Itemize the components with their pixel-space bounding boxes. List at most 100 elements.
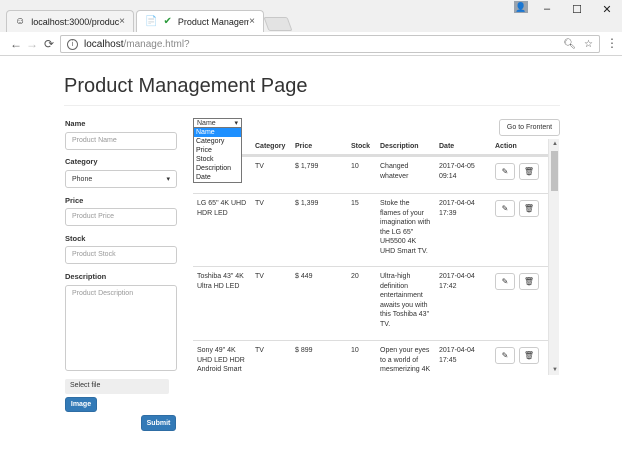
address-bar[interactable]: i localhost /manage.html? 🔍︎ ☆ (60, 35, 600, 53)
header-date: Date (439, 143, 455, 150)
scroll-thumb[interactable] (551, 151, 558, 191)
delete-trash-icon[interactable]: 🗑 (519, 273, 539, 290)
edit-pencil-icon[interactable]: ✎ (495, 347, 515, 364)
cell-price: $ 1,399 (295, 200, 319, 207)
cell-category: TV (255, 163, 264, 170)
header-price: Price (295, 143, 313, 150)
close-window-button[interactable]: ✕ (592, 0, 622, 18)
price-label: Price (65, 196, 84, 205)
cell-stock: 20 (351, 273, 359, 280)
cell-category: TV (255, 273, 264, 280)
info-icon[interactable]: i (67, 38, 78, 50)
tab-products[interactable]: ☺ localhost:3000/products × (6, 10, 134, 32)
scroll-up-arrow-icon[interactable]: ▲ (552, 141, 558, 147)
description-label: Description (65, 272, 107, 281)
reload-icon[interactable]: ⟳ (41, 36, 57, 52)
sort-option-category[interactable]: Category (194, 137, 241, 146)
cell-date: 2017-04-05 09:14 (439, 163, 475, 180)
scroll-down-arrow-icon[interactable]: ▼ (552, 367, 558, 373)
edit-pencil-icon[interactable]: ✎ (495, 200, 515, 217)
menu-icon[interactable]: ⋮ (606, 36, 618, 50)
delete-trash-icon[interactable]: 🗑 (519, 347, 539, 364)
cell-description: Open your eyes to a world of mesmerizing… (380, 347, 431, 373)
stock-input[interactable]: Product Stock (65, 246, 177, 264)
zoom-icon[interactable]: 🔍︎ (563, 39, 576, 50)
cell-price: $ 1,799 (295, 163, 319, 170)
cell-description: Ultra-high definition entertainment awai… (380, 273, 430, 328)
description-textarea[interactable]: Product Description (65, 285, 177, 371)
tab-title: localhost:3000/products (31, 16, 120, 27)
cell-description: Stoke the flames of your imagination wit… (380, 200, 431, 255)
cell-name: Toshiba 43" 4K Ultra HD LED (197, 273, 244, 290)
url-host: localhost (84, 38, 124, 50)
tab-product-management[interactable]: 📄 ✔ Product Manageme × (136, 10, 264, 32)
forward-arrow-icon[interactable]: → (24, 36, 40, 52)
sort-option-stock[interactable]: Stock (194, 155, 241, 164)
price-input[interactable]: Product Price (65, 208, 177, 226)
minimize-button[interactable]: – (532, 0, 562, 18)
profile-icon[interactable]: 👤 (514, 1, 528, 13)
new-tab-button[interactable] (263, 17, 293, 31)
category-select[interactable]: Phone ▾ (65, 170, 177, 188)
category-label: Category (65, 157, 98, 166)
delete-trash-icon[interactable]: 🗑 (519, 163, 539, 180)
edit-pencil-icon[interactable]: ✎ (495, 273, 515, 290)
chevron-down-icon: ▾ (234, 120, 238, 127)
page-icon: 📄 (145, 16, 158, 27)
tab-title: Product Manageme (177, 16, 250, 27)
sort-option-date[interactable]: Date (194, 173, 241, 182)
url-path: /manage.html? (123, 38, 190, 50)
cell-date: 2017-04-04 17:42 (439, 273, 475, 290)
table-row: LG 65" 4K UHD HDR LED TV $ 1,399 15 Stok… (193, 193, 548, 266)
select-file-button[interactable]: Select file (65, 379, 169, 394)
sort-select[interactable]: Name ▾ Name Category Price Stock Descrip… (193, 118, 242, 183)
page-title: Product Management Page (64, 75, 308, 97)
cell-category: TV (255, 200, 264, 207)
cell-description: Changed whatever (380, 163, 409, 180)
browser-tabstrip: ☺ localhost:3000/products × 📄 ✔ Product … (0, 0, 622, 32)
cell-name: LG 65" 4K UHD HDR LED (197, 200, 247, 217)
header-description: Description (380, 143, 419, 150)
close-tab-icon[interactable]: × (119, 16, 125, 27)
table-scrollbar[interactable]: ▲ ▼ (548, 139, 559, 375)
sort-select-box[interactable]: Name ▾ (193, 118, 242, 128)
sort-option-price[interactable]: Price (194, 146, 241, 155)
sort-select-value: Name (197, 119, 216, 127)
back-arrow-icon[interactable]: ← (8, 36, 24, 52)
cell-price: $ 899 (295, 347, 313, 354)
browser-toolbar: ← → ⟳ i localhost /manage.html? 🔍︎ ☆ ⋮ (0, 32, 622, 56)
page-content: Product Management Page Name Product Nam… (0, 57, 622, 452)
sort-option-name[interactable]: Name (194, 128, 241, 137)
cell-date: 2017-04-04 17:39 (439, 200, 475, 217)
cell-price: $ 449 (295, 273, 313, 280)
stock-label: Stock (65, 234, 86, 243)
delete-trash-icon[interactable]: 🗑 (519, 200, 539, 217)
header-category: Category (255, 143, 286, 150)
edit-pencil-icon[interactable]: ✎ (495, 163, 515, 180)
divider (64, 105, 560, 106)
name-label: Name (65, 119, 86, 128)
cell-name: Sony 49" 4K UHD LED HDR Android Smart TV (197, 347, 245, 373)
products-table: Category Price Stock Description Date Ac… (193, 139, 560, 375)
cell-stock: 10 (351, 347, 359, 354)
chevron-down-icon: ▾ (166, 176, 170, 183)
image-button[interactable]: Image (65, 397, 97, 412)
close-tab-icon[interactable]: × (249, 16, 255, 27)
table-row: Toshiba 43" 4K Ultra HD LED TV $ 449 20 … (193, 266, 548, 340)
header-action: Action (495, 143, 517, 150)
name-input[interactable]: Product Name (65, 132, 177, 150)
table-header: Category Price Stock Description Date Ac… (193, 139, 548, 156)
bookmark-star-icon[interactable]: ☆ (584, 39, 593, 50)
sort-option-description[interactable]: Description (194, 164, 241, 173)
cell-stock: 15 (351, 200, 359, 207)
page-icon: ☺ (15, 16, 26, 27)
cell-stock: 10 (351, 163, 359, 170)
go-to-frontend-button[interactable]: Go to Frontent (499, 119, 560, 136)
sort-options-list: Name Category Price Stock Description Da… (193, 128, 242, 183)
header-stock: Stock (351, 143, 371, 150)
submit-button[interactable]: Submit (141, 415, 176, 431)
cell-category: TV (255, 347, 264, 354)
maximize-button[interactable]: ☐ (562, 0, 592, 18)
category-value: Phone (72, 175, 93, 183)
table-row: Sony 49" 4K UHD LED HDR Android Smart TV… (193, 340, 548, 375)
